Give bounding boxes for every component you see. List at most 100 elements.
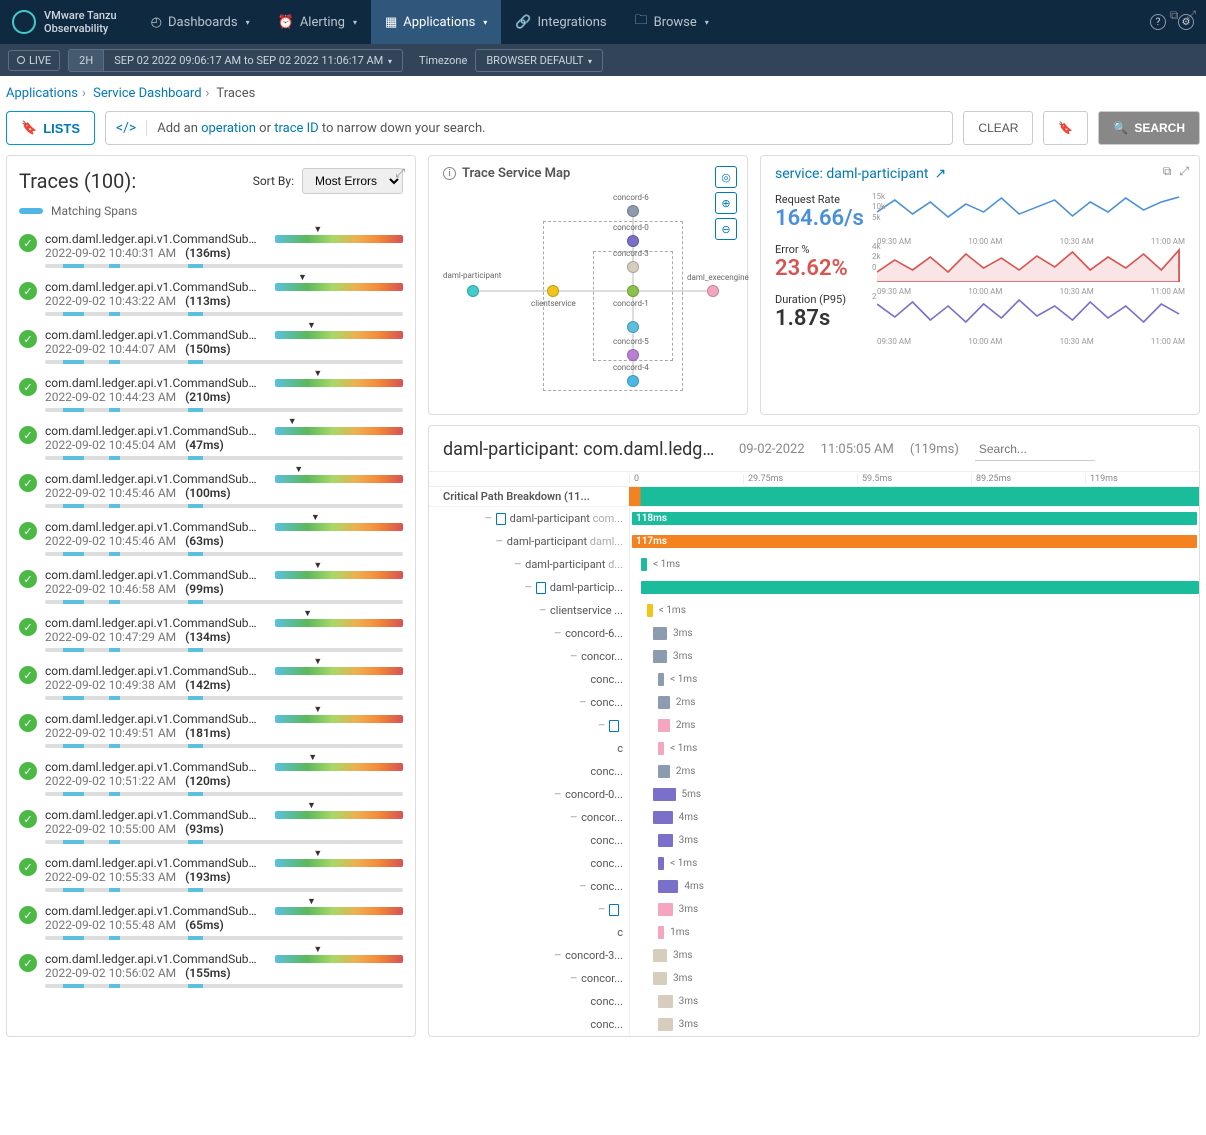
span-row[interactable]: conc... 3ms [429, 990, 1199, 1013]
lists-button[interactable]: 🔖LISTS [6, 111, 95, 145]
span-row[interactable]: —concord-0... 5ms [429, 783, 1199, 806]
service-title[interactable]: service: daml-participant [775, 166, 928, 182]
breadcrumb-service-dashboard[interactable]: Service Dashboard [93, 86, 201, 101]
collapse-icon[interactable]: — [598, 905, 605, 915]
query-input-wrap[interactable]: </> Add an operation or trace ID to narr… [105, 111, 953, 145]
span-row[interactable]: —daml-participant d... < 1ms [429, 553, 1199, 576]
breadcrumb-applications[interactable]: Applications [6, 86, 78, 101]
collapse-icon[interactable]: — [539, 606, 546, 616]
span-row[interactable]: conc... 3ms [429, 829, 1199, 852]
trace-item[interactable]: ✓ com.daml.ledger.api.v1.CommandSubmissi… [19, 466, 403, 514]
trace-item[interactable]: ✓ com.daml.ledger.api.v1.CommandSubmissi… [19, 946, 403, 994]
span-row[interactable]: —concor... 4ms [429, 806, 1199, 829]
trace-detail-time: 11:05:05 AM [821, 442, 894, 457]
request-rate-value: 164.66/s [775, 206, 865, 231]
critical-path-row[interactable]: Critical Path Breakdown (11... [429, 487, 1199, 507]
timezone-select[interactable]: BROWSER DEFAULT ▾ [475, 49, 603, 72]
live-button[interactable]: LIVE [8, 50, 60, 71]
duration-p95-sparkline[interactable]: 209:30 AM10:00 AM10:30 AM11:00 AM [877, 292, 1185, 332]
span-row[interactable]: conc... 3ms [429, 1013, 1199, 1036]
span-row[interactable]: —concor... 3ms [429, 967, 1199, 990]
collapse-icon[interactable]: — [579, 698, 586, 708]
request-rate-sparkline[interactable]: 15k10k5k09:30 AM10:00 AM10:30 AM11:00 AM [877, 192, 1185, 232]
span-track: 4ms [629, 806, 1199, 829]
nav-browse[interactable]: 🗀Browse▾ [621, 0, 723, 44]
trace-item[interactable]: ✓ com.daml.ledger.api.v1.CommandSubmissi… [19, 226, 403, 274]
span-track: 2ms [629, 760, 1199, 783]
popout-icon[interactable]: ⧉ [1163, 164, 1172, 179]
span-row[interactable]: conc... < 1ms [429, 668, 1199, 691]
latency-spectrum [275, 571, 403, 579]
collapse-icon[interactable]: — [570, 652, 577, 662]
expand-icon[interactable]: ⤢ [1186, 8, 1196, 23]
nav-applications[interactable]: ▦Applications▾ [371, 0, 501, 44]
trace-detail-panel: ⧉⤢ daml-participant: com.daml.ledger.a..… [428, 425, 1200, 1037]
trace-item[interactable]: ✓ com.daml.ledger.api.v1.CommandSubmissi… [19, 322, 403, 370]
service-map[interactable]: daml-participant clientservice concord-6… [443, 191, 733, 391]
trace-item[interactable]: ✓ com.daml.ledger.api.v1.CommandSubmissi… [19, 658, 403, 706]
info-icon[interactable]: i [443, 167, 456, 180]
nav-dashboards[interactable]: ◴Dashboards▾ [137, 0, 264, 44]
collapse-icon[interactable]: — [525, 583, 532, 593]
collapse-icon[interactable]: — [496, 537, 503, 547]
clear-button[interactable]: CLEAR [963, 111, 1033, 145]
span-row[interactable]: conc... 2ms [429, 760, 1199, 783]
trace-name: com.daml.ledger.api.v1.CommandSubmissio.… [45, 424, 265, 438]
time-range-custom[interactable]: SEP 02 2022 09:06:17 AM to SEP 02 2022 1… [104, 50, 402, 71]
external-link-icon[interactable]: ↗ [934, 166, 946, 182]
span-row[interactable]: —daml-particip... 116ms [429, 576, 1199, 599]
trace-name: com.daml.ledger.api.v1.CommandSubmissio.… [45, 952, 265, 966]
bookmark-button[interactable]: 🔖 [1043, 111, 1088, 145]
span-search-input[interactable] [975, 438, 1095, 461]
collapse-icon[interactable]: — [554, 629, 561, 639]
collapse-icon[interactable]: — [570, 813, 577, 823]
code-icon[interactable]: </> [116, 120, 147, 136]
span-row[interactable]: —daml-participant daml... 117ms [429, 530, 1199, 553]
span-name: conc... [590, 696, 623, 709]
expand-icon[interactable]: ⤢ [395, 166, 405, 181]
collapse-icon[interactable]: — [554, 951, 561, 961]
span-row[interactable]: —conc... 2ms [429, 691, 1199, 714]
span-row[interactable]: —concor... 3ms [429, 645, 1199, 668]
collapse-icon[interactable]: — [514, 560, 521, 570]
nav-integrations[interactable]: 🔗Integrations [501, 0, 620, 44]
success-icon: ✓ [19, 378, 37, 396]
trace-item[interactable]: ✓ com.daml.ledger.api.v1.CommandSubmissi… [19, 562, 403, 610]
trace-service-map-panel: iTrace Service Map ◎ ⊕ ⊖ daml-participan… [428, 155, 748, 415]
trace-item[interactable]: ✓ com.daml.ledger.api.v1.CommandSubmissi… [19, 418, 403, 466]
expand-icon[interactable]: ⤢ [1179, 164, 1189, 179]
nav-alerting[interactable]: ⏰Alerting▾ [264, 0, 371, 44]
map-target-button[interactable]: ◎ [715, 166, 737, 188]
span-row[interactable]: conc... < 1ms [429, 852, 1199, 875]
trace-item[interactable]: ✓ com.daml.ledger.api.v1.CommandSubmissi… [19, 754, 403, 802]
span-row[interactable]: —daml-participant com... 118ms [429, 507, 1199, 530]
collapse-icon[interactable]: — [570, 974, 577, 984]
trace-item[interactable]: ✓ com.daml.ledger.api.v1.CommandSubmissi… [19, 370, 403, 418]
span-row[interactable]: — 3ms [429, 898, 1199, 921]
span-row[interactable]: —concord-6... 3ms [429, 622, 1199, 645]
trace-item[interactable]: ✓ com.daml.ledger.api.v1.CommandSubmissi… [19, 514, 403, 562]
top-nav: VMware TanzuObservability ◴Dashboards▾ ⏰… [0, 0, 1206, 44]
sortby-select[interactable]: Most Errors [302, 168, 403, 194]
span-row[interactable]: c 1ms [429, 921, 1199, 944]
search-button[interactable]: 🔍SEARCH [1098, 111, 1200, 145]
collapse-icon[interactable]: — [485, 514, 492, 524]
help-icon[interactable]: ? [1150, 14, 1166, 30]
span-row[interactable]: —clientservice ... < 1ms [429, 599, 1199, 622]
trace-item[interactable]: ✓ com.daml.ledger.api.v1.CommandSubmissi… [19, 274, 403, 322]
trace-item[interactable]: ✓ com.daml.ledger.api.v1.CommandSubmissi… [19, 706, 403, 754]
popout-icon[interactable]: ⧉ [1170, 8, 1179, 23]
collapse-icon[interactable]: — [554, 790, 561, 800]
span-row[interactable]: —concord-3... 3ms [429, 944, 1199, 967]
span-row[interactable]: — 2ms [429, 714, 1199, 737]
error-pct-sparkline[interactable]: 4k2k009:30 AM10:00 AM10:30 AM11:00 AM [877, 242, 1185, 282]
trace-item[interactable]: ✓ com.daml.ledger.api.v1.CommandSubmissi… [19, 610, 403, 658]
time-range-2h[interactable]: 2H [69, 50, 104, 71]
trace-item[interactable]: ✓ com.daml.ledger.api.v1.CommandSubmissi… [19, 850, 403, 898]
collapse-icon[interactable]: — [579, 882, 586, 892]
collapse-icon[interactable]: — [598, 721, 605, 731]
span-row[interactable]: —conc... 4ms [429, 875, 1199, 898]
span-row[interactable]: c < 1ms [429, 737, 1199, 760]
trace-item[interactable]: ✓ com.daml.ledger.api.v1.CommandSubmissi… [19, 898, 403, 946]
trace-item[interactable]: ✓ com.daml.ledger.api.v1.CommandSubmissi… [19, 802, 403, 850]
